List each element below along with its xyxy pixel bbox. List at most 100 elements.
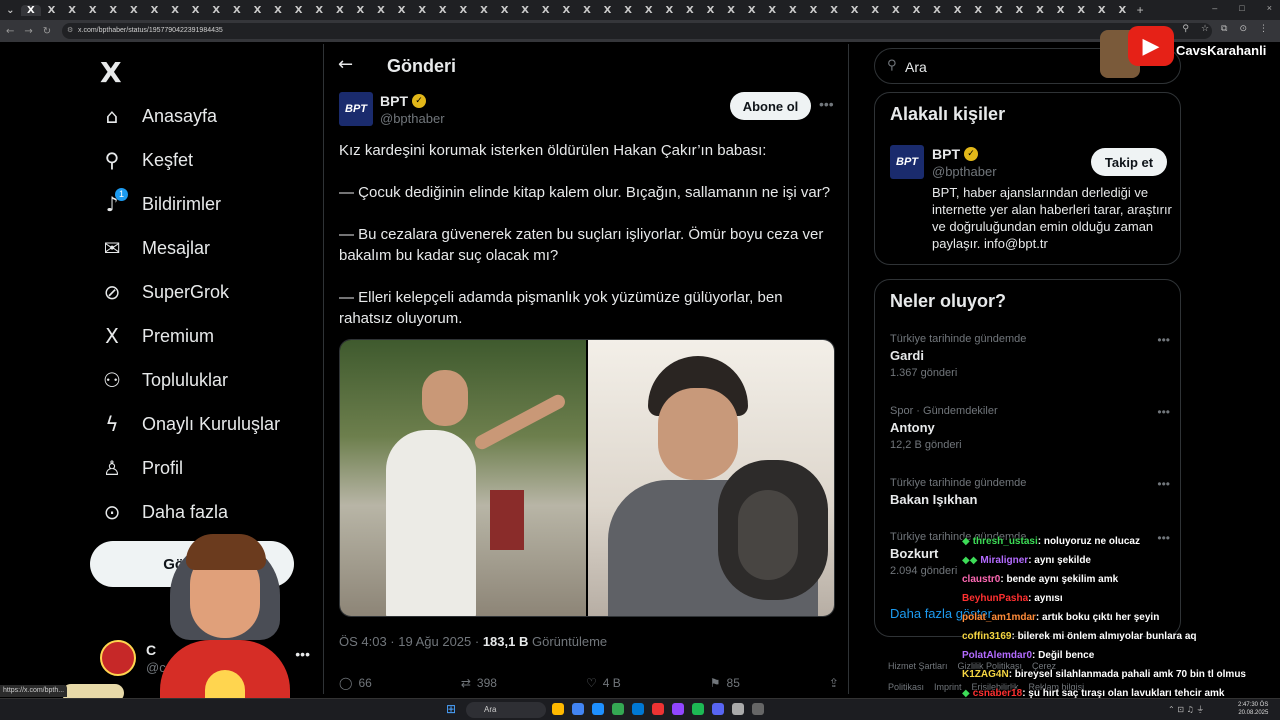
author-avatar[interactable]: BPT (339, 92, 373, 126)
site-info-icon[interactable]: ⚙ (67, 26, 73, 34)
tab[interactable]: X (62, 5, 83, 16)
zoom-icon[interactable]: ⚲ (1182, 24, 1189, 34)
profile-menu-icon[interactable]: ⊙ (1239, 24, 1247, 34)
tab[interactable]: X (432, 5, 453, 16)
tab[interactable]: X (288, 5, 309, 16)
tweet-time[interactable]: ÖS 4:03 · 19 Ağu 2025 · (339, 634, 483, 649)
tab[interactable]: X (350, 5, 371, 16)
forward-nav-icon[interactable]: → (24, 26, 32, 37)
tab[interactable]: X (1091, 5, 1112, 16)
clock[interactable]: 2:47:30 ÖS 20.08.2025 (1238, 701, 1268, 717)
taskbar-app-icon[interactable] (552, 703, 564, 715)
tab[interactable]: X (968, 5, 989, 16)
footer-link[interactable]: Imprint (934, 682, 962, 692)
taskbar-app-icon[interactable] (712, 703, 724, 715)
tab[interactable]: X (824, 5, 845, 16)
taskbar-app-icon[interactable] (592, 703, 604, 715)
tab[interactable]: X (947, 5, 968, 16)
window-controls[interactable]: – □ × (1212, 3, 1272, 13)
taskbar-app-icon[interactable] (692, 703, 704, 715)
tab[interactable]: X (741, 5, 762, 16)
nav-item-communities[interactable]: ⚇ Topluluklar (100, 358, 228, 402)
related-handle[interactable]: @bpthaber (932, 164, 997, 179)
tab[interactable]: X (577, 5, 598, 16)
tab[interactable]: X (556, 5, 577, 16)
tab[interactable]: X (227, 5, 248, 16)
tab[interactable]: X (494, 5, 515, 16)
extensions-icon[interactable]: ⧉ (1221, 24, 1227, 34)
tab[interactable]: X (371, 5, 392, 16)
nav-item-bell[interactable]: ♪ 1 Bildirimler (100, 182, 221, 226)
maximize-icon[interactable]: □ (1239, 3, 1244, 13)
browser-menu-icon[interactable]: ⋮ (1259, 24, 1268, 34)
tab[interactable]: X (103, 5, 124, 16)
tab[interactable]: X (618, 5, 639, 16)
tab[interactable]: X (1009, 5, 1030, 16)
tab[interactable]: X (535, 5, 556, 16)
retweet-button[interactable]: ⇄ 398 (461, 676, 497, 690)
tab[interactable]: X (41, 5, 62, 16)
taskbar-app-icon[interactable] (632, 703, 644, 715)
tab[interactable]: X (474, 5, 495, 16)
url-field[interactable]: ⚙ x.com/bpthaber/status/1957790422391984… (62, 23, 1212, 39)
follow-button[interactable]: Takip et (1091, 148, 1167, 176)
tab[interactable]: X (515, 5, 536, 16)
tab-search-icon[interactable]: ⌄ (0, 5, 21, 16)
more-dots-icon[interactable]: ••• (1157, 405, 1170, 419)
related-avatar[interactable]: BPT (890, 145, 924, 179)
like-button[interactable]: ♡ 4 B (586, 676, 621, 690)
nav-item-lightning[interactable]: ϟ Onaylı Kuruluşlar (100, 402, 280, 446)
footer-link[interactable]: Hizmet Şartları (888, 661, 948, 671)
nav-item-search[interactable]: ⚲ Keşfet (100, 138, 193, 182)
back-arrow-icon[interactable]: ← (338, 54, 353, 75)
close-window-icon[interactable]: × (1267, 3, 1272, 13)
tab[interactable]: X (309, 5, 330, 16)
tab[interactable]: X (82, 5, 103, 16)
nav-item-home[interactable]: ⌂ Anasayfa (100, 94, 217, 138)
nav-item-x-premium[interactable]: X Premium (100, 314, 214, 358)
taskbar-app-icon[interactable] (652, 703, 664, 715)
tab[interactable]: X (597, 5, 618, 16)
tab[interactable]: X (20, 4, 42, 16)
tab[interactable]: X (247, 5, 268, 16)
new-tab-icon[interactable]: + (1137, 3, 1144, 17)
more-dots-icon[interactable]: ••• (1157, 333, 1170, 347)
photo-father[interactable] (340, 340, 586, 616)
bookmark-button[interactable]: ⚑ 85 (710, 676, 740, 690)
more-dots-icon[interactable]: ••• (1157, 477, 1170, 491)
reply-button[interactable]: ◯ 66 (339, 676, 372, 690)
tab[interactable]: X (659, 5, 680, 16)
tab[interactable]: X (1030, 5, 1051, 16)
tab[interactable]: X (268, 5, 289, 16)
tab[interactable]: X (721, 5, 742, 16)
tab[interactable]: X (1112, 5, 1133, 16)
share-button[interactable]: ⇪ (829, 676, 839, 690)
tab[interactable]: X (906, 5, 927, 16)
tab[interactable]: X (783, 5, 804, 16)
tab[interactable]: X (1050, 5, 1071, 16)
tab[interactable]: X (638, 5, 659, 16)
x-logo-icon[interactable]: X (100, 56, 122, 89)
taskbar-app-icon[interactable] (572, 703, 584, 715)
photo-son[interactable] (586, 340, 834, 616)
tab[interactable]: X (144, 5, 165, 16)
nav-item-profile[interactable]: ♙ Profil (100, 446, 183, 490)
tab[interactable]: X (453, 5, 474, 16)
author-name[interactable]: BPT ✓ (380, 93, 426, 109)
minimize-icon[interactable]: – (1212, 3, 1217, 13)
tab[interactable]: X (391, 5, 412, 16)
back-nav-icon[interactable]: ← (6, 26, 14, 37)
nav-item-grok[interactable]: ⊘ SuperGrok (100, 270, 229, 314)
trend-item[interactable]: Türkiye tarihinde gündemde Gardi 1.367 gön… (890, 333, 1170, 379)
trend-item[interactable]: Spor · Gündemdekiler Antony 12,2 B gönderi… (890, 405, 1170, 451)
tab[interactable]: X (886, 5, 907, 16)
tab[interactable]: X (412, 5, 433, 16)
system-tray[interactable]: ⌃ ⊡ ♫ ⏚ (1168, 704, 1204, 715)
taskbar-app-icon[interactable] (752, 703, 764, 715)
tab[interactable]: X (1071, 5, 1092, 16)
tab[interactable]: X (989, 5, 1010, 16)
tweet-media[interactable] (339, 339, 835, 617)
more-dots-icon[interactable]: ••• (819, 96, 834, 112)
taskbar-app-icon[interactable] (612, 703, 624, 715)
tab[interactable]: X (185, 5, 206, 16)
